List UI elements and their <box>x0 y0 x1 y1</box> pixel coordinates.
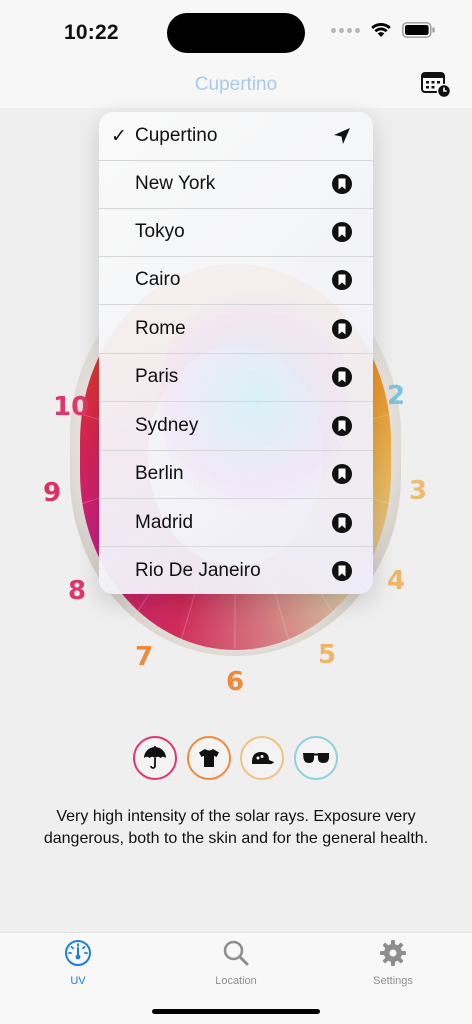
location-item-label: Rome <box>135 318 186 339</box>
navigation-bar: Cupertino <box>0 60 472 108</box>
tab-uv[interactable]: UV <box>28 939 128 995</box>
hour-label-7: 7 <box>135 642 154 672</box>
location-item-label: New York <box>135 173 216 194</box>
umbrella-icon <box>144 746 166 769</box>
bookmark-icon <box>332 319 352 339</box>
bookmark-icon <box>332 464 352 484</box>
dynamic-island <box>167 13 305 53</box>
magnifier-icon <box>223 940 249 966</box>
tab-settings[interactable]: Settings <box>343 939 443 995</box>
tab-label: Settings <box>373 975 413 987</box>
location-item-paris[interactable]: Paris <box>99 353 373 401</box>
bookmark-icon <box>332 222 352 242</box>
tshirt-recommendation[interactable] <box>187 736 231 780</box>
tab-location[interactable]: Location <box>186 939 286 995</box>
location-item-label: Cupertino <box>135 125 218 146</box>
hour-label-5: 5 <box>318 640 337 670</box>
location-item-label: Rio De Janeiro <box>135 560 261 581</box>
location-arrow-icon <box>334 128 350 144</box>
cellular-signal-icon <box>331 27 360 33</box>
gauge-icon <box>65 940 91 966</box>
wifi-icon <box>371 22 391 37</box>
bookmark-icon <box>332 367 352 387</box>
location-item-rome[interactable]: Rome <box>99 305 373 353</box>
location-item-label: Paris <box>135 366 179 387</box>
location-item-berlin[interactable]: Berlin <box>99 450 373 498</box>
status-bar: 10:22 <box>0 0 472 60</box>
umbrella-recommendation[interactable] <box>133 736 177 780</box>
home-indicator[interactable] <box>152 1009 320 1014</box>
status-icons <box>331 22 436 38</box>
location-item-label: Sydney <box>135 415 199 436</box>
hour-label-9: 9 <box>43 478 62 508</box>
sunglasses-recommendation[interactable] <box>294 736 338 780</box>
nav-title[interactable]: Cupertino <box>0 74 472 96</box>
calendar-clock-icon <box>421 72 452 99</box>
bookmark-icon <box>332 513 352 533</box>
cap-recommendation[interactable] <box>240 736 284 780</box>
hour-label-6: 6 <box>226 667 245 697</box>
hour-label-8: 8 <box>68 576 87 606</box>
hour-label-4: 4 <box>387 566 406 596</box>
hour-label-10: 10 <box>53 392 90 422</box>
location-item-label: Madrid <box>135 512 194 533</box>
hour-label-3: 3 <box>409 476 428 506</box>
calendar-button[interactable] <box>420 70 452 99</box>
uv-description: Very high intensity of the solar rays. E… <box>43 808 429 847</box>
cap-icon <box>252 752 274 765</box>
location-item-label: Cairo <box>135 269 181 290</box>
bookmark-icon <box>332 174 352 194</box>
location-menu: ✓ Cupertino New York Tokyo Cairo Rome Pa… <box>99 112 373 594</box>
location-item-sydney[interactable]: Sydney <box>99 402 373 450</box>
location-item-cairo[interactable]: Cairo <box>99 256 373 304</box>
tshirt-icon <box>199 749 219 767</box>
tab-label: UV <box>70 975 86 987</box>
location-item-new-york[interactable]: New York <box>99 160 373 208</box>
gear-icon <box>380 940 406 966</box>
bookmark-icon <box>332 270 352 290</box>
location-item-label: Berlin <box>135 463 184 484</box>
hour-label-2: 2 <box>387 381 406 411</box>
location-item-tokyo[interactable]: Tokyo <box>99 208 373 256</box>
tab-label: Location <box>215 975 257 987</box>
battery-icon <box>402 22 435 38</box>
location-item-rio-de-janeiro[interactable]: Rio De Janeiro <box>99 547 373 594</box>
bookmark-icon <box>332 416 352 436</box>
sunglasses-icon <box>303 753 329 763</box>
status-time: 10:22 <box>64 21 119 44</box>
location-item-cupertino[interactable]: ✓ Cupertino <box>99 112 373 160</box>
check-icon: ✓ <box>111 125 127 147</box>
bookmark-icon <box>332 561 352 581</box>
location-item-madrid[interactable]: Madrid <box>99 499 373 547</box>
location-item-label: Tokyo <box>135 221 185 242</box>
